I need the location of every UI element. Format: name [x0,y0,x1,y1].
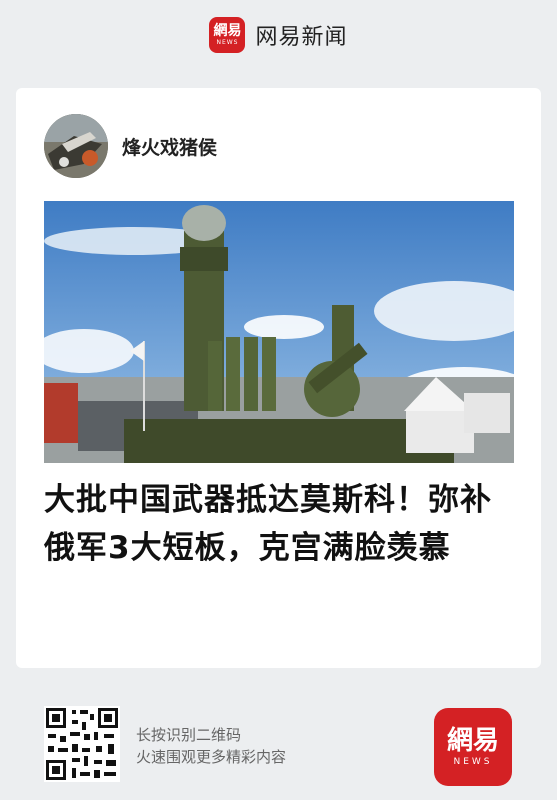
app-title: 网易新闻 [255,25,348,50]
netease-logo: 網易 NEWS [209,17,246,53]
share-footer: 长按识别二维码 火速围观更多精彩内容 網易 NEWS [0,690,557,800]
qr-code[interactable] [44,706,120,782]
avatar[interactable] [44,114,108,178]
logo-text: 網易 [213,23,242,39]
article-card[interactable]: 烽火戏猪侯 大批中国武器抵达莫斯科！弥补俄军3大短板，克宫满脸羡慕 [16,88,541,668]
article-headline[interactable]: 大批中国武器抵达莫斯科！弥补俄军3大短板，克宫满脸羡慕 [44,476,519,572]
author-name[interactable]: 烽火戏猪侯 [122,133,217,160]
footer-logo-text: 網易 [446,726,499,756]
qr-caption-line1: 长按识别二维码 [136,726,242,744]
app-header: 網易 NEWS 网易新闻 [0,0,557,70]
netease-footer-logo: 網易 NEWS [434,708,512,786]
logo-subtext: NEWS [216,39,239,46]
article-photo[interactable] [44,201,514,463]
author-row[interactable]: 烽火戏猪侯 [44,114,217,178]
footer-logo-subtext: NEWS [453,757,493,767]
qr-caption: 长按识别二维码 火速围观更多精彩内容 [136,724,286,768]
qr-caption-line2: 火速围观更多精彩内容 [136,748,287,766]
